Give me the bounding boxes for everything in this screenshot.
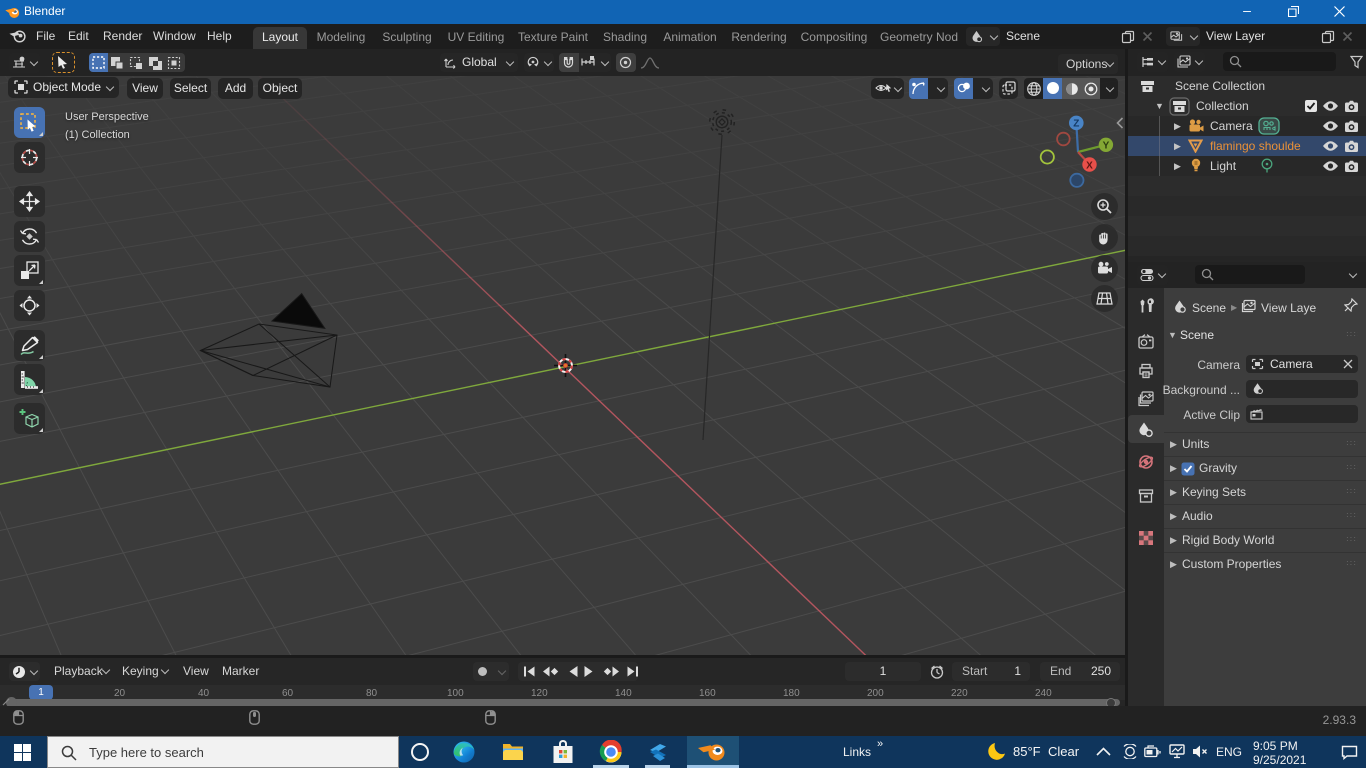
svg-text:Y: Y xyxy=(1103,141,1110,152)
svg-text:Z: Z xyxy=(1073,119,1079,130)
svg-text:X: X xyxy=(1086,160,1093,171)
